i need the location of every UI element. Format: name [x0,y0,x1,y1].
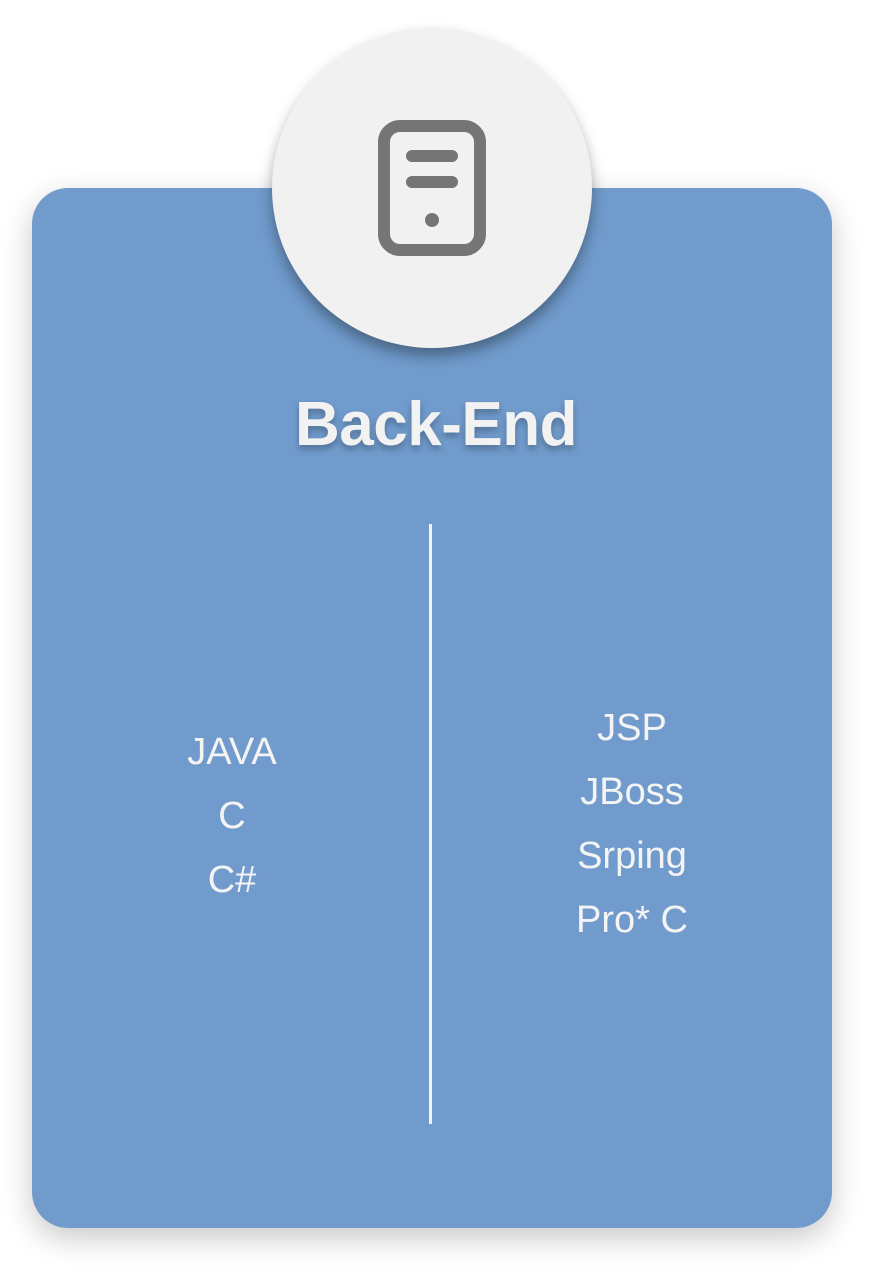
icon-badge [272,28,592,348]
languages-column: JAVA C C# [32,524,432,1124]
card-title: Back-End [295,390,577,459]
server-dot [425,213,439,227]
framework-item: Srping [577,835,687,877]
framework-item: JBoss [580,771,684,813]
back-end-card-view: Back-End JAVA C C# JSP JBoss Srping Pro*… [0,0,872,1272]
language-item: C# [207,859,257,901]
language-item: JAVA [187,731,277,773]
frameworks-column: JSP JBoss Srping Pro* C [432,524,832,1124]
language-item: C [218,795,246,837]
framework-item: JSP [597,707,667,749]
framework-item: Pro* C [576,899,688,941]
server-icon [378,120,486,256]
